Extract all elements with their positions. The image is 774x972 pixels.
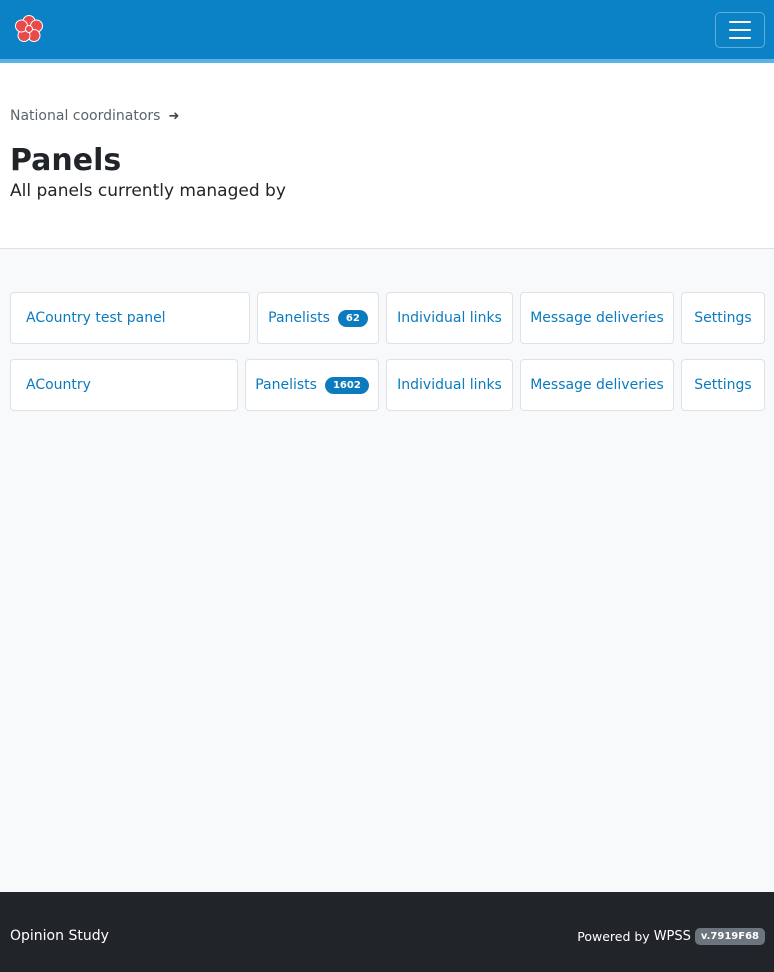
breadcrumb[interactable]: National coordinators ➜ <box>10 108 179 124</box>
individual-links-label: Individual links <box>397 377 502 393</box>
wpss-link[interactable]: WPSS <box>654 929 691 944</box>
settings-label: Settings <box>694 310 752 326</box>
panelists-button[interactable]: Panelists 62 <box>257 292 379 344</box>
arrow-right-icon: ➜ <box>168 108 180 124</box>
panelists-label: Panelists <box>255 377 317 393</box>
individual-links-button[interactable]: Individual links <box>386 359 513 411</box>
settings-button[interactable]: Settings <box>681 292 765 344</box>
panel-name: ACountry <box>26 377 91 393</box>
top-navbar <box>0 0 774 63</box>
footer: Opinion Study Powered by WPSS v.7919F68 <box>0 892 774 972</box>
powered-by-label: Powered by <box>577 929 650 944</box>
version-badge: v.7919F68 <box>694 928 765 945</box>
panel-name: ACountry test panel <box>26 310 166 326</box>
message-deliveries-label: Message deliveries <box>530 377 664 393</box>
panelists-count-badge: 1602 <box>324 376 369 394</box>
hamburger-menu-icon <box>729 21 751 23</box>
panelists-count-badge: 62 <box>337 309 368 327</box>
individual-links-button[interactable]: Individual links <box>386 292 513 344</box>
hamburger-menu-button[interactable] <box>715 12 765 48</box>
red-flower-logo-icon[interactable] <box>14 14 44 44</box>
panelists-label: Panelists <box>268 310 330 326</box>
message-deliveries-button[interactable]: Message deliveries <box>520 359 674 411</box>
panelists-button[interactable]: Panelists 1602 <box>245 359 379 411</box>
settings-button[interactable]: Settings <box>681 359 765 411</box>
powered-by: Powered by WPSS v.7919F68 <box>577 928 765 945</box>
footer-brand: Opinion Study <box>10 928 109 944</box>
settings-label: Settings <box>694 377 752 393</box>
message-deliveries-button[interactable]: Message deliveries <box>520 292 674 344</box>
page-header: National coordinators ➜ Panels All panel… <box>0 63 774 249</box>
page-subtitle: All panels currently managed by <box>10 181 286 201</box>
message-deliveries-label: Message deliveries <box>530 310 664 326</box>
panel-row: ACountry Panelists 1602 Individual links… <box>0 359 774 411</box>
page-title: Panels <box>10 143 122 178</box>
panel-row: ACountry test panel Panelists 62 Individ… <box>0 292 774 344</box>
individual-links-label: Individual links <box>397 310 502 326</box>
panel-name-link[interactable]: ACountry test panel <box>10 292 250 344</box>
panel-name-link[interactable]: ACountry <box>10 359 238 411</box>
breadcrumb-label[interactable]: National coordinators <box>10 108 160 124</box>
